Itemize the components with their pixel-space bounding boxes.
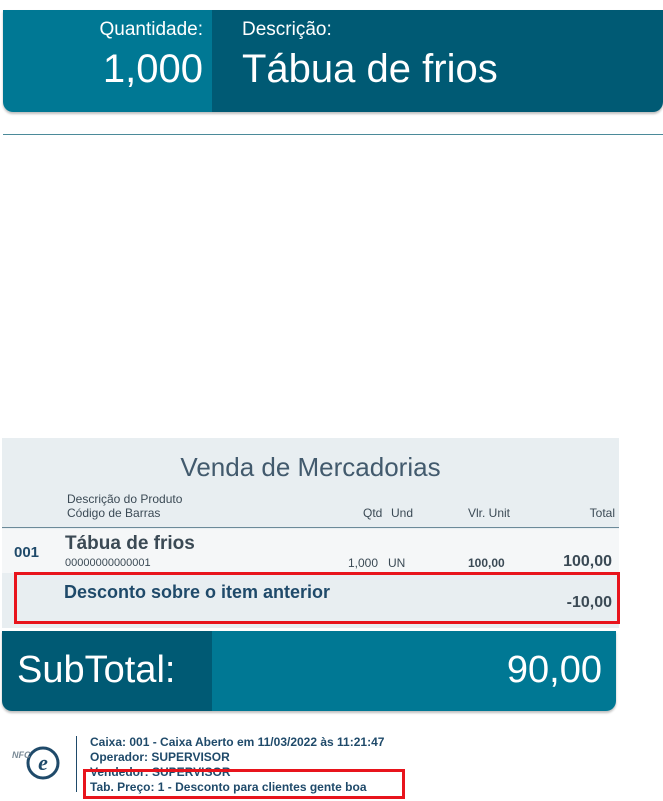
subtotal-value: 90,00 bbox=[212, 631, 616, 711]
svg-text:e: e bbox=[38, 750, 48, 775]
footer-caixa: Caixa: 001 - Caixa Aberto em 11/03/2022 … bbox=[90, 735, 385, 749]
header-total: Total bbox=[589, 506, 615, 520]
item-barcode: 00000000000001 bbox=[65, 557, 151, 569]
header-unit-price: Vlr. Unit bbox=[468, 506, 511, 520]
item-total: 100,00 bbox=[563, 553, 612, 570]
item-unit-price: 100,00 bbox=[468, 556, 505, 570]
description-value: Tábua de frios bbox=[242, 47, 498, 91]
subtotal-bar: SubTotal: 90,00 bbox=[2, 631, 616, 711]
current-item-banner: Quantidade: 1,000 Descrição: Tábua de fr… bbox=[3, 10, 663, 112]
header-und: Und bbox=[391, 506, 414, 520]
quantity-label: Quantidade: bbox=[99, 19, 203, 40]
discount-value: -10,00 bbox=[566, 594, 612, 611]
item-name: Tábua de frios bbox=[65, 533, 195, 554]
footer-operador: Operador: SUPERVISOR bbox=[90, 750, 230, 764]
item-qtd: 1,000 bbox=[348, 556, 379, 570]
header-divider bbox=[2, 527, 619, 528]
header-barcode: Código de Barras bbox=[67, 506, 161, 520]
nfce-logo-icon: e NFC bbox=[12, 746, 60, 780]
quantity-value: 1,000 bbox=[102, 47, 203, 91]
description-label: Descrição: bbox=[242, 19, 332, 40]
footer-separator bbox=[76, 736, 77, 792]
sales-title: Venda de Mercadorias bbox=[180, 452, 441, 482]
item-und: UN bbox=[388, 556, 406, 570]
header-description: Descrição do Produto bbox=[67, 492, 183, 506]
description-panel: Descrição: Tábua de frios bbox=[212, 10, 663, 112]
tab-preco-highlight-box bbox=[83, 769, 405, 799]
svg-text:NFC: NFC bbox=[12, 750, 31, 760]
quantity-panel: Quantidade: 1,000 bbox=[3, 10, 212, 112]
header-qtd: Qtd bbox=[363, 506, 383, 520]
item-sequence: 001 bbox=[14, 544, 40, 561]
discount-label: Desconto sobre o item anterior bbox=[64, 582, 331, 602]
divider bbox=[3, 134, 663, 135]
subtotal-label: SubTotal: bbox=[2, 631, 212, 711]
